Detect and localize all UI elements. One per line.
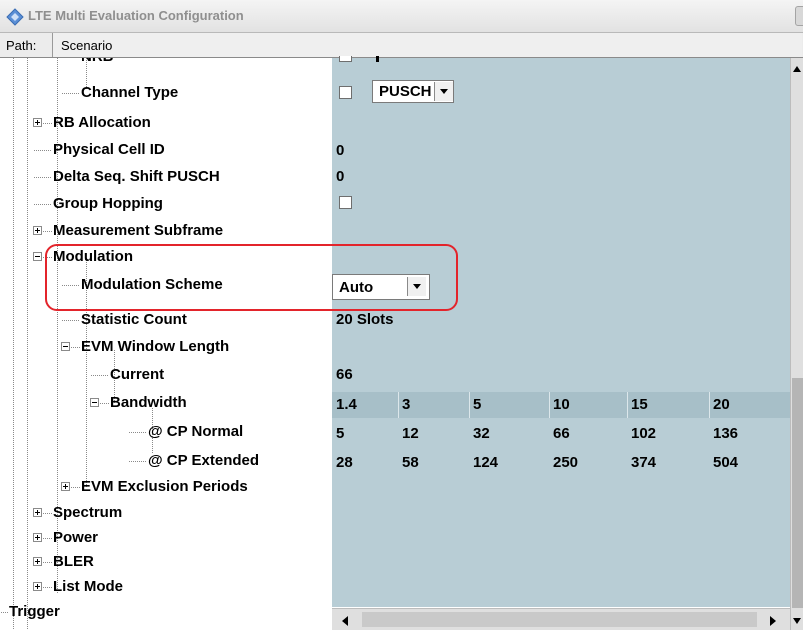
tree-item-label[interactable]: Measurement Subframe [53,222,223,240]
cp-extended-cell: 28 [336,454,353,471]
cp-normal-cell: 32 [473,425,490,442]
title-bar: LTE Multi Evaluation Configuration [0,0,803,33]
tree-item-label[interactable]: Statistic Count [81,311,187,329]
close-button[interactable] [795,6,803,26]
evm-current-value: 66 [336,366,353,383]
cp-extended-cell: 124 [473,454,499,471]
bandwidth-header-cell: 1.4 [336,396,357,413]
vertical-scroll-thumb[interactable] [792,378,803,608]
scroll-down-icon[interactable] [793,618,801,624]
cp-normal-cell: 66 [553,425,570,442]
tree-pane: NRB Channel Type RB Allocation Physical Cel… [0,58,332,630]
bandwidth-header-cell: 15 [631,396,648,413]
group-hopping-checkbox[interactable] [339,196,352,209]
horizontal-scroll-thumb[interactable] [362,612,757,627]
cp-normal-cell: 136 [713,425,739,442]
horizontal-scrollbar[interactable] [332,608,790,630]
channel-type-select[interactable]: PUSCH [372,80,454,103]
value-pane [332,58,790,607]
channel-type-checkbox[interactable] [339,86,352,99]
physical-cell-id-value: 0 [336,142,345,159]
nrb-checkbox[interactable] [339,56,352,62]
tree-item-label[interactable]: @ CP Extended [148,452,259,470]
path-bar: Path: Scenario [0,33,803,58]
bandwidth-header-cell: 3 [402,396,411,413]
nrb-value-fragment [376,56,379,62]
collapse-icon[interactable] [61,342,70,351]
expand-icon[interactable] [33,582,42,591]
expand-icon[interactable] [33,533,42,542]
tree-item-label[interactable]: BLER [53,553,94,571]
highlight-annotation [45,244,458,311]
path-value: Scenario [52,33,802,57]
tree-item-label[interactable]: Current [110,366,164,384]
vertical-scrollbar[interactable] [790,58,803,630]
collapse-icon[interactable] [90,398,99,407]
cp-extended-cell: 504 [713,454,739,471]
bandwidth-column-divider [398,392,399,418]
tree-item-label[interactable]: Power [53,529,98,547]
tree-item-label[interactable]: @ CP Normal [148,423,243,441]
bandwidth-column-divider [549,392,550,418]
window-title: LTE Multi Evaluation Configuration [28,8,244,23]
bandwidth-column-divider [627,392,628,418]
statistic-count-value: 20 Slots [336,311,394,328]
scroll-left-icon[interactable] [342,616,348,626]
tree-item-label[interactable]: Delta Seq. Shift PUSCH [53,168,220,186]
delta-seq-shift-value: 0 [336,168,345,185]
cp-extended-cell: 58 [402,454,419,471]
cp-extended-cell: 374 [631,454,657,471]
bandwidth-column-divider [709,392,710,418]
expand-icon[interactable] [61,482,70,491]
bandwidth-header-cell: 10 [553,396,570,413]
tree-item-label[interactable]: Channel Type [81,84,178,102]
tree-item-label[interactable]: Spectrum [53,504,122,522]
collapse-icon[interactable] [33,252,42,261]
expand-icon[interactable] [33,557,42,566]
bandwidth-header-cell: 5 [473,396,482,413]
expand-icon[interactable] [33,226,42,235]
tree-item-label[interactable]: List Mode [53,578,123,596]
scroll-right-icon[interactable] [770,616,776,626]
tree-item-label[interactable]: EVM Exclusion Periods [81,478,248,496]
tree-item-label[interactable]: EVM Window Length [81,338,229,356]
cp-normal-cell: 102 [631,425,657,442]
tree-item-label[interactable]: NRB [81,58,114,66]
cp-normal-cell: 5 [336,425,345,442]
path-label: Path: [6,38,37,53]
channel-type-value: PUSCH [379,83,432,100]
tree-item-label[interactable]: Group Hopping [53,195,163,213]
lte-config-icon [6,8,24,26]
bandwidth-column-divider [469,392,470,418]
tree-item-label[interactable]: Bandwidth [110,394,187,412]
expand-icon[interactable] [33,508,42,517]
bandwidth-header-cell: 20 [713,396,730,413]
cp-normal-cell: 12 [402,425,419,442]
tree-item-label[interactable]: Physical Cell ID [53,141,165,159]
tree-item-label[interactable]: RB Allocation [53,114,151,132]
cp-extended-cell: 250 [553,454,579,471]
chevron-down-icon[interactable] [434,82,453,101]
tree-item-label[interactable]: Trigger [9,603,60,621]
expand-icon[interactable] [33,118,42,127]
scroll-up-icon[interactable] [793,66,801,72]
